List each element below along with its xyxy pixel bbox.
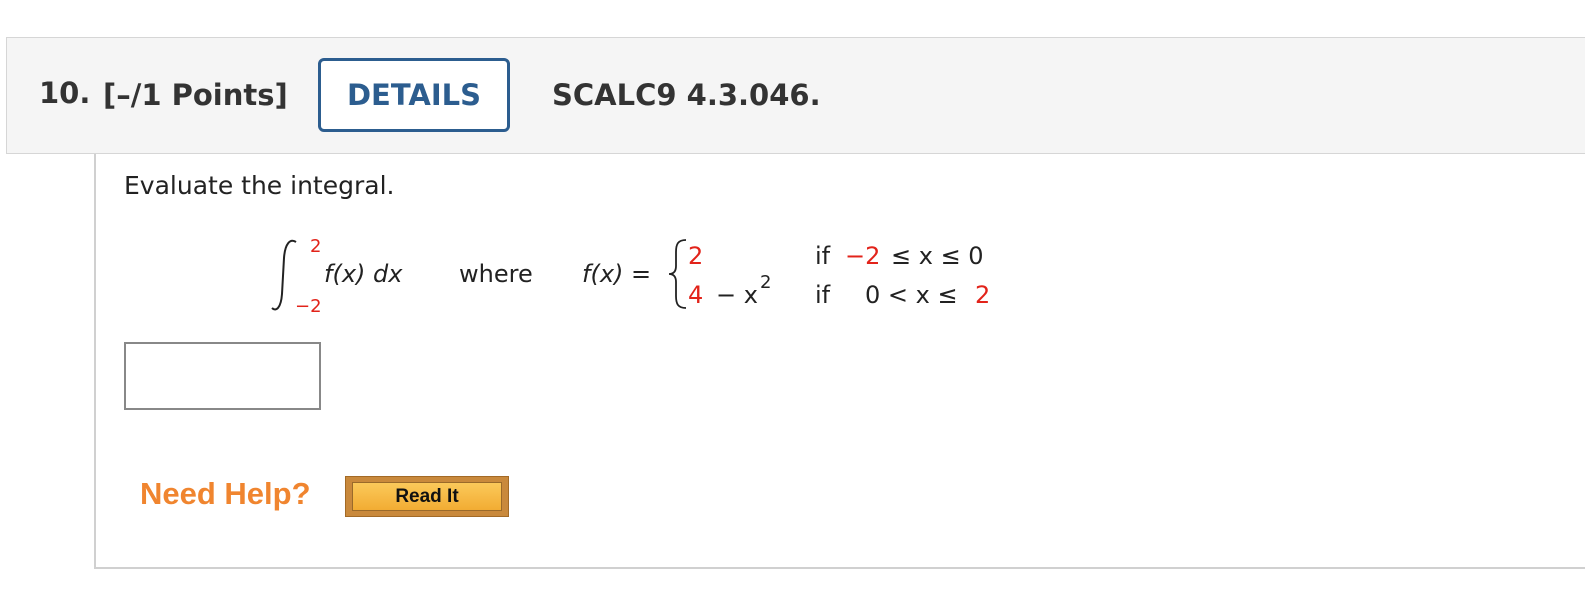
- case2-exponent: 2: [760, 272, 772, 293]
- integrand: f(x) dx: [324, 260, 403, 288]
- case2-condition: 0 < x ≤: [865, 281, 958, 309]
- where-label: where: [459, 260, 533, 288]
- case2-value: − x: [716, 281, 758, 309]
- brace-icon: [668, 239, 687, 309]
- question-prompt: Evaluate the integral.: [124, 171, 395, 200]
- question-number: 10.: [39, 76, 91, 110]
- case1-lower-bound: −2: [845, 242, 881, 270]
- case2-value-number: 4: [688, 281, 704, 309]
- case2-upper-bound: 2: [975, 281, 991, 309]
- read-it-label: Read It: [352, 482, 502, 511]
- answer-input[interactable]: [124, 342, 321, 410]
- integral-upper-limit: 2: [310, 236, 322, 257]
- fx-label: f(x) =: [582, 260, 652, 288]
- details-button[interactable]: DETAILS: [318, 58, 510, 132]
- integral-lower-limit: −2: [295, 296, 322, 317]
- case2-if: if: [815, 281, 831, 309]
- case1-condition: ≤ x ≤ 0: [891, 242, 984, 270]
- question-id: SCALC9 4.3.046.: [552, 78, 821, 112]
- read-it-button[interactable]: Read It: [345, 476, 509, 517]
- case1-if: if: [815, 242, 831, 270]
- need-help-label: Need Help?: [140, 476, 311, 511]
- question-header: 10. [–/1 Points] DETAILS SCALC9 4.3.046.: [6, 37, 1585, 154]
- case1-value: 2: [688, 242, 704, 270]
- points-label: [–/1 Points]: [103, 78, 288, 112]
